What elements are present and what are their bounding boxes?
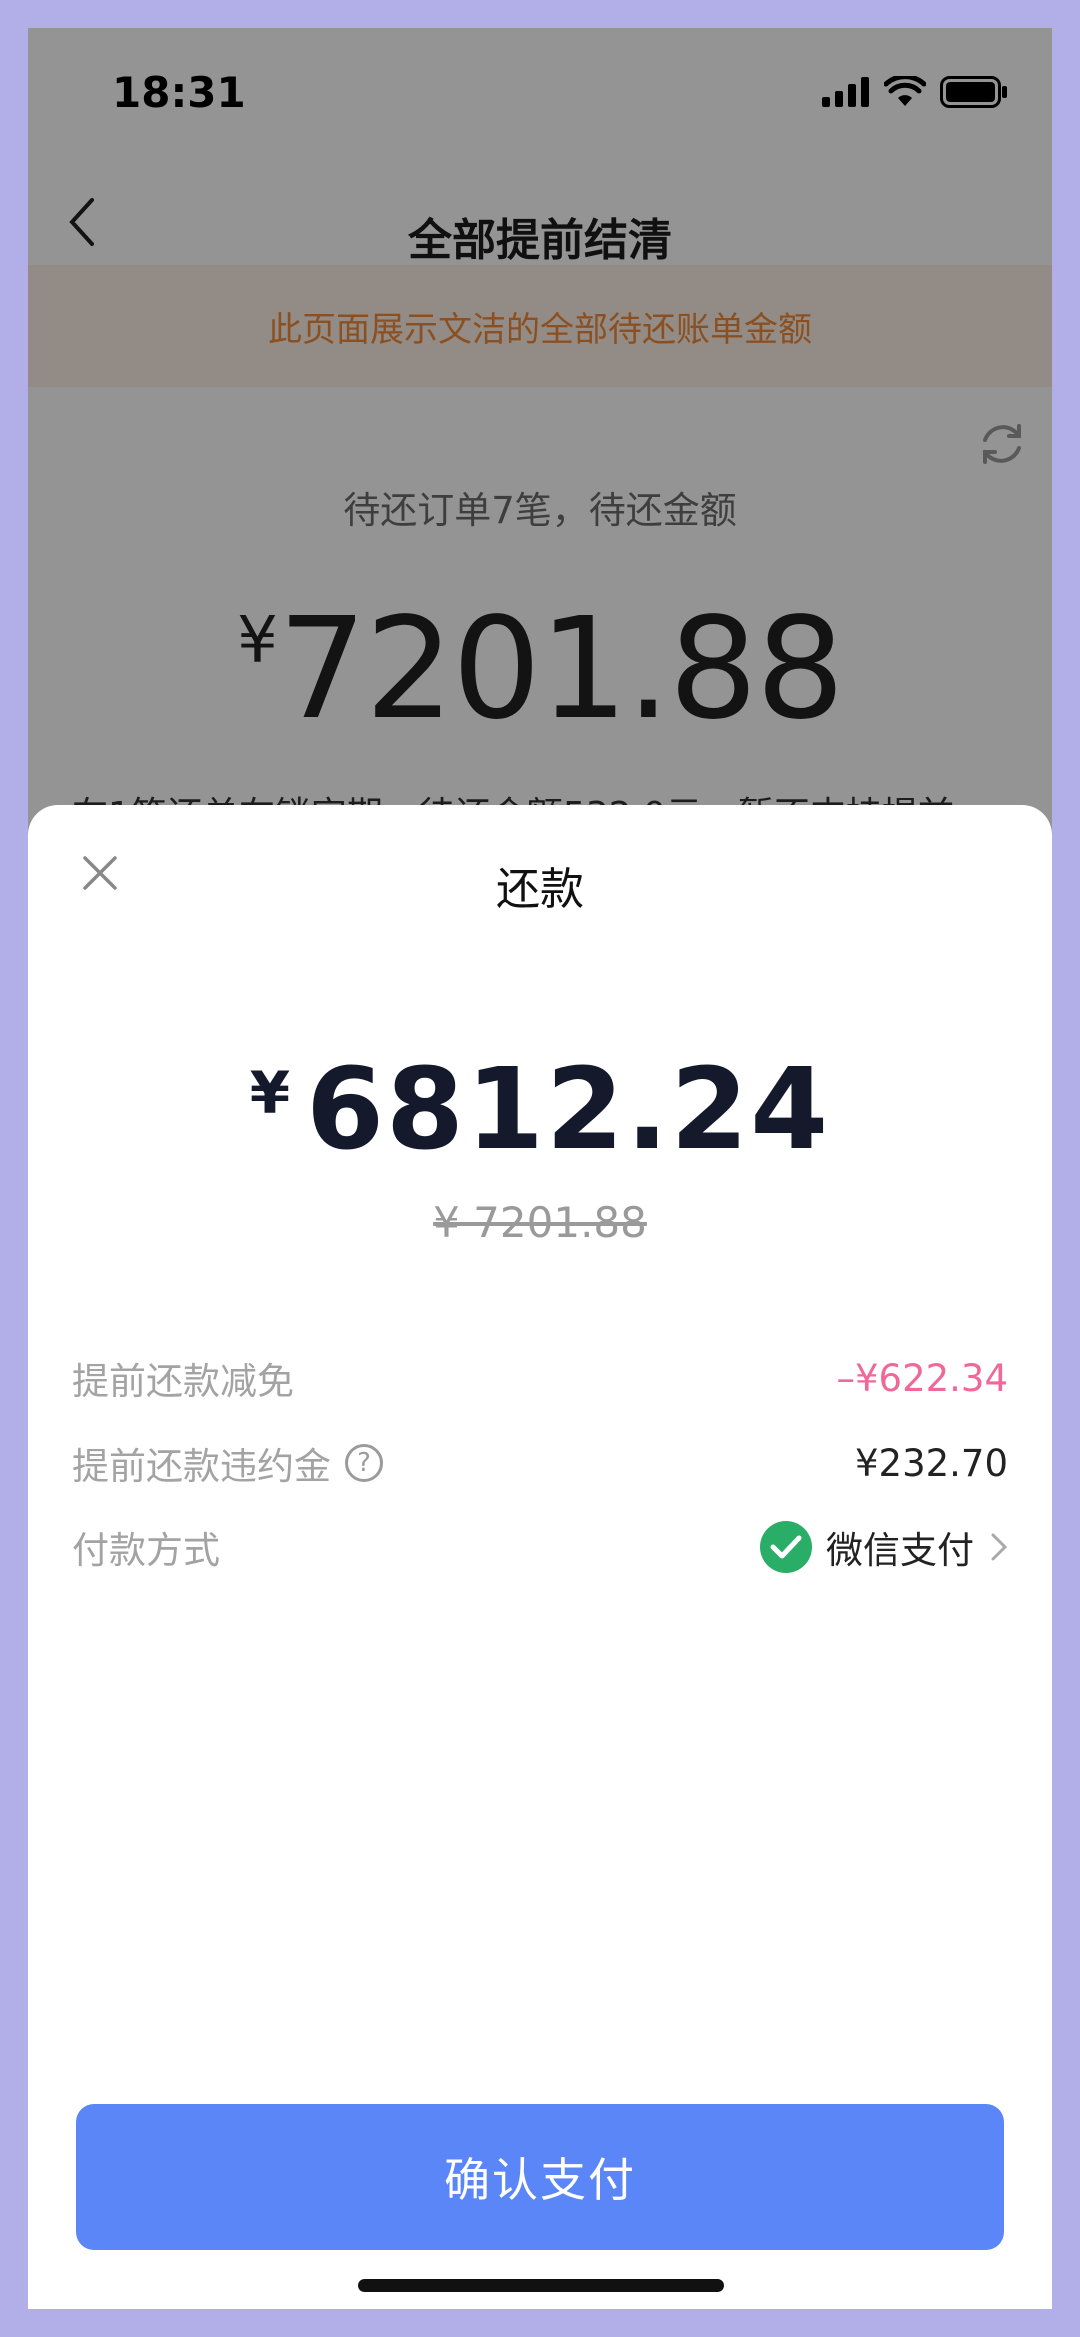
discount-row: 提前还款减免 –¥622.34 <box>72 1348 1008 1408</box>
penalty-label-group: 提前还款违约金 ? <box>72 1436 383 1490</box>
penalty-value: ¥232.70 <box>854 1441 1008 1485</box>
payment-method-row[interactable]: 付款方式 微信支付 <box>72 1517 1008 1577</box>
confirm-pay-button[interactable]: 确认支付 <box>76 2104 1004 2250</box>
chevron-right-icon <box>991 1533 1008 1561</box>
penalty-label: 提前还款违约金 <box>72 1445 331 1488</box>
discount-label: 提前还款减免 <box>72 1360 294 1403</box>
phone-screen: 18:31 全部提前结清 此页面展示文洁的全部待还账单金额 待还订单7笔，待还金… <box>28 28 1052 2309</box>
home-indicator <box>358 2279 724 2292</box>
penalty-row: 提前还款违约金 ? ¥232.70 <box>72 1433 1008 1493</box>
payment-method-selector[interactable]: 微信支付 <box>760 1520 1008 1574</box>
payment-method-value: 微信支付 <box>826 1529 974 1572</box>
payment-value: 6812.24 <box>306 1045 831 1175</box>
sheet-title: 还款 <box>496 864 584 915</box>
payment-method-label: 付款方式 <box>72 1529 220 1572</box>
discount-value: –¥622.34 <box>836 1356 1008 1400</box>
payment-sheet: 还款 ¥6812.24 ¥ 7201.88 提前还款减免 –¥622.34 提前… <box>28 805 1052 2309</box>
payment-currency: ¥ <box>249 1059 291 1127</box>
payment-amount: ¥6812.24 <box>28 1045 1052 1175</box>
original-amount: ¥ 7201.88 <box>433 1198 647 1247</box>
wechat-icon <box>760 1521 812 1573</box>
help-icon[interactable]: ? <box>345 1444 383 1482</box>
